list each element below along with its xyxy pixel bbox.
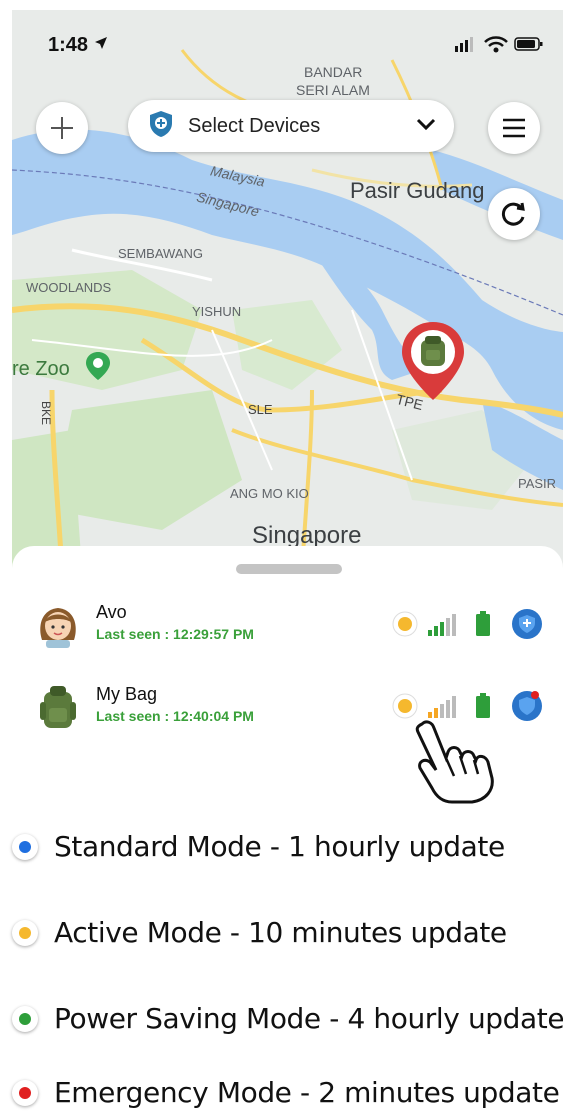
mode-indicator-icon: [392, 611, 418, 637]
device-status-icons: [390, 606, 550, 642]
map-label-sembawang: SEMBAWANG: [118, 246, 203, 261]
location-arrow-icon: [94, 36, 108, 55]
map-label-woodlands: WOODLANDS: [26, 280, 112, 295]
map-label-pasir: PASIR: [518, 476, 557, 491]
phone-screen: BANDAR SERI ALAM Malaysia Singapore Pasi…: [12, 10, 563, 800]
map-label-pasir-gudang: Pasir Gudang: [350, 178, 485, 203]
location-shield-icon: [512, 609, 542, 639]
device-name: My Bag: [96, 684, 158, 704]
select-devices-dropdown[interactable]: Select Devices: [128, 100, 454, 152]
avatar-girl-icon: [34, 600, 82, 648]
add-button[interactable]: [36, 102, 88, 154]
emergency-mode-dot-icon: [12, 1080, 38, 1106]
legend-active-mode: Active Mode - 10 minutes update: [0, 906, 563, 956]
map-label-sle: SLE: [248, 402, 273, 417]
map-label-yishun: YISHUN: [192, 304, 242, 319]
device-shield-icon: [146, 109, 176, 144]
wifi-icon: [484, 36, 508, 53]
legend-power-saving-mode: Power Saving Mode - 4 hourly update: [0, 992, 563, 1042]
legend-standard-mode: Standard Mode - 1 hourly update: [0, 820, 563, 870]
refresh-icon: [501, 202, 525, 226]
device-name: Avo: [96, 602, 127, 622]
sheet-drag-handle[interactable]: [236, 564, 342, 574]
status-bar: 1:48: [12, 10, 563, 70]
device-row-avo[interactable]: Avo Last seen : 12:29:57 PM: [12, 600, 563, 660]
zoo-pin-icon: [86, 352, 110, 385]
menu-button[interactable]: [488, 102, 540, 154]
map-label-ang-mo-kio: ANG MO KIO: [230, 486, 309, 501]
legend-text: Power Saving Mode - 4 hourly update: [54, 1002, 563, 1035]
device-location-pin[interactable]: [400, 322, 466, 405]
battery-level-icon: [476, 611, 490, 636]
status-icons: [455, 34, 545, 59]
select-devices-label: Select Devices: [188, 114, 321, 137]
device-last-seen: Last seen : 12:29:57 PM: [96, 626, 254, 642]
active-mode-dot-icon: [12, 920, 38, 946]
status-time: 1:48: [48, 34, 89, 56]
mode-indicator-icon: [392, 693, 418, 719]
device-last-seen: Last seen : 12:40:04 PM: [96, 708, 254, 724]
plus-icon: [51, 117, 73, 139]
legend-text: Emergency Mode - 2 minutes update: [54, 1076, 560, 1109]
map-label-zoo: re Zoo: [12, 358, 70, 380]
signal-icon: [455, 37, 473, 52]
map-view[interactable]: BANDAR SERI ALAM Malaysia Singapore Pasi…: [12, 10, 563, 570]
map-label-bke: BKE: [39, 400, 54, 426]
legend-emergency-mode: Emergency Mode - 2 minutes update: [0, 1066, 563, 1116]
signal-strength-icon: [428, 614, 456, 636]
pointing-hand-icon: [406, 718, 498, 809]
battery-icon: [514, 37, 543, 51]
battery-level-icon: [476, 693, 490, 718]
power-saving-mode-dot-icon: [12, 1006, 38, 1032]
legend-text: Standard Mode - 1 hourly update: [54, 830, 505, 863]
map-label-seri-alam: SERI ALAM: [296, 82, 370, 98]
standard-mode-dot-icon: [12, 834, 38, 860]
chevron-down-icon: [416, 117, 436, 136]
signal-strength-icon: [428, 696, 456, 718]
refresh-button[interactable]: [488, 188, 540, 240]
location-shield-icon: [512, 691, 542, 721]
legend-text: Active Mode - 10 minutes update: [54, 916, 507, 949]
avatar-backpack-icon: [34, 682, 82, 730]
hamburger-icon: [503, 118, 525, 138]
